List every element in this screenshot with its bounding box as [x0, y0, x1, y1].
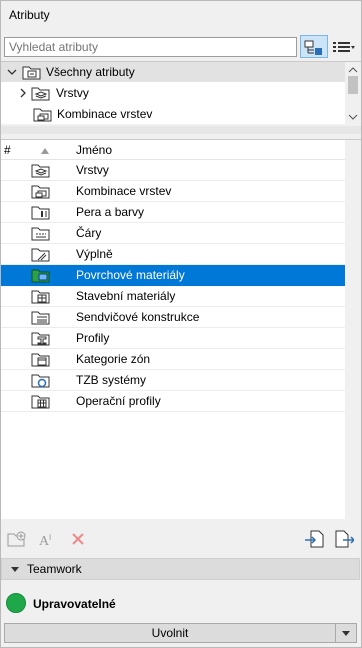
- list-row-composites[interactable]: Sendvičové konstrukce: [1, 307, 345, 328]
- rename-icon: AI: [39, 533, 51, 548]
- delete-icon: [72, 533, 84, 545]
- operation-profiles-folder-icon: [31, 395, 50, 409]
- lines-folder-icon: [31, 227, 50, 241]
- row-label: Povrchové materiály: [76, 268, 185, 282]
- scroll-down-icon[interactable]: [345, 111, 361, 123]
- row-label: Profily: [76, 331, 110, 345]
- new-attribute-button[interactable]: [7, 529, 27, 549]
- tree-scrollbar[interactable]: [345, 62, 361, 125]
- list-row-layers[interactable]: Vrstvy: [1, 160, 345, 181]
- delete-button[interactable]: [68, 529, 88, 549]
- layer-combinations-folder-icon: [33, 108, 52, 122]
- row-label: Pera a barvy: [76, 205, 145, 219]
- list-scrollbar[interactable]: [345, 140, 361, 520]
- column-header-name[interactable]: Jméno: [76, 143, 112, 157]
- attribute-list: # Jméno Vrstvy Kombinace vrstev Pera a b…: [1, 139, 361, 520]
- list-row-fills[interactable]: Výplně: [1, 244, 345, 265]
- row-label: Operační profily: [76, 394, 161, 408]
- search-input[interactable]: [4, 37, 297, 57]
- list-row-layer-combinations[interactable]: Kombinace vrstev: [1, 181, 345, 202]
- list-row-lines[interactable]: Čáry: [1, 223, 345, 244]
- layer-combinations-folder-icon: [31, 185, 50, 199]
- new-folder-icon: [7, 531, 26, 547]
- fills-folder-icon: [31, 248, 50, 262]
- layers-folder-icon: [31, 164, 50, 178]
- tree-item-layer-combinations[interactable]: Kombinace vrstev: [1, 104, 345, 124]
- attribute-tree: Všechny atributy Vrstvy Kombinace vrstev: [1, 61, 361, 125]
- sort-ascending-icon[interactable]: [40, 147, 50, 155]
- tree-scroll-thumb[interactable]: [348, 76, 358, 94]
- column-header-hash[interactable]: #: [4, 143, 11, 157]
- list-row-pens-colors[interactable]: Pera a barvy: [1, 202, 345, 223]
- release-dropdown-button[interactable]: [336, 623, 357, 643]
- tree-item-label: Všechny atributy: [46, 65, 135, 79]
- tree-view-button[interactable]: [300, 35, 328, 58]
- zone-categories-folder-icon: [31, 353, 50, 367]
- tree-item-all-attributes[interactable]: Všechny atributy: [1, 62, 345, 82]
- row-label: Vrstvy: [76, 163, 109, 177]
- chevron-down-icon: [342, 631, 350, 636]
- collapse-arrow-icon[interactable]: [10, 566, 20, 574]
- list-toolbar: AI: [1, 525, 361, 553]
- layers-folder-icon: [31, 87, 50, 101]
- splitter[interactable]: [1, 126, 361, 134]
- mep-systems-folder-icon: [31, 374, 50, 388]
- list-row-profiles[interactable]: Profily: [1, 328, 345, 349]
- import-icon: [305, 530, 324, 548]
- list-row-mep-systems[interactable]: TZB systémy: [1, 370, 345, 391]
- row-label: Čáry: [76, 226, 102, 240]
- list-row-operation-profiles[interactable]: Operační profily: [1, 391, 345, 412]
- pens-colors-folder-icon: [31, 206, 50, 220]
- list-header: # Jméno: [1, 140, 345, 160]
- status-indicator-icon: [6, 593, 26, 613]
- all-attributes-folder-icon: [22, 66, 41, 80]
- status-text: Upravovatelné: [33, 597, 116, 611]
- tree-item-label: Kombinace vrstev: [57, 107, 153, 121]
- row-label: TZB systémy: [76, 373, 147, 387]
- row-label: Výplně: [76, 247, 113, 261]
- tree-view-icon: [304, 40, 322, 55]
- row-label: Kategorie zón: [76, 352, 151, 366]
- teamwork-section-header[interactable]: Teamwork: [1, 558, 360, 580]
- building-materials-folder-icon: [31, 290, 50, 304]
- svg-text:I: I: [49, 533, 51, 542]
- tree-item-layers[interactable]: Vrstvy: [1, 83, 345, 103]
- export-icon: [335, 530, 354, 548]
- chevron-right-icon[interactable]: [18, 88, 28, 98]
- row-label: Stavební materiály: [76, 289, 176, 303]
- import-button[interactable]: [304, 529, 324, 549]
- teamwork-title: Teamwork: [27, 562, 82, 576]
- list-view-button[interactable]: [330, 35, 358, 58]
- export-button[interactable]: [334, 529, 354, 549]
- composites-folder-icon: [31, 311, 50, 325]
- row-label: Sendvičové konstrukce: [76, 310, 200, 324]
- chevron-down-icon[interactable]: [7, 67, 17, 77]
- tree-item-label: Vrstvy: [56, 86, 89, 100]
- list-row-building-materials[interactable]: Stavební materiály: [1, 286, 345, 307]
- scroll-up-icon[interactable]: [345, 64, 361, 76]
- rename-button[interactable]: AI: [38, 529, 58, 549]
- surfaces-folder-icon: [31, 269, 50, 283]
- list-row-zone-categories[interactable]: Kategorie zón: [1, 349, 345, 370]
- list-row-surfaces[interactable]: Povrchové materiály: [1, 265, 345, 286]
- list-view-icon: [333, 41, 355, 52]
- profiles-folder-icon: [31, 332, 50, 346]
- row-label: Kombinace vrstev: [76, 184, 172, 198]
- release-button[interactable]: Uvolnit: [4, 623, 336, 643]
- panel-title: Atributy: [9, 8, 50, 22]
